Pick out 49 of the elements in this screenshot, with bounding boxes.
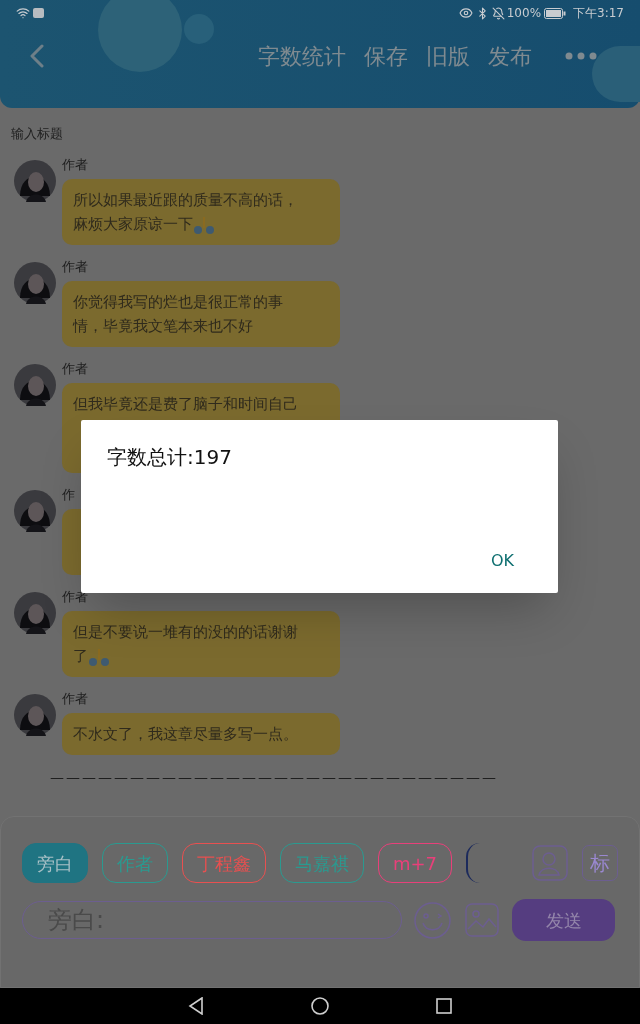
bell-off-icon bbox=[491, 6, 505, 20]
send-button[interactable]: 发送 bbox=[512, 899, 615, 941]
message-text: 你觉得我写的烂也是很正常的事 bbox=[73, 292, 284, 313]
header-action[interactable]: 旧版 bbox=[426, 39, 470, 73]
author-name: 作者 bbox=[62, 360, 89, 378]
message-text: 但我毕竟还是费了脑子和时间自己 bbox=[73, 394, 299, 415]
avatar bbox=[14, 160, 56, 202]
message-text: 但是不要说一堆有的没的的话谢谢 bbox=[73, 622, 299, 643]
message-text: 不水文了，我这章尽量多写一点。 bbox=[73, 724, 299, 745]
author-name: 作者 bbox=[62, 690, 89, 708]
speaker-chip[interactable]: 马嘉祺 bbox=[280, 843, 364, 883]
author-name: 作者 bbox=[62, 156, 89, 174]
header-action[interactable]: 发布 bbox=[488, 39, 532, 73]
header-action[interactable]: 保存 bbox=[364, 39, 408, 73]
speaker-chip[interactable]: m+7 bbox=[378, 843, 453, 883]
app-notification-icon bbox=[33, 8, 44, 18]
praying-hands-icon bbox=[193, 215, 215, 234]
avatar bbox=[14, 364, 56, 406]
avatar bbox=[14, 490, 56, 532]
author-name: 作者 bbox=[62, 258, 89, 276]
message-text: 所以如果最近跟的质量不高的话， bbox=[73, 190, 299, 211]
message-text: 情，毕竟我文笔本来也不好 bbox=[73, 316, 254, 337]
more-icon[interactable] bbox=[565, 52, 597, 60]
battery-icon bbox=[544, 7, 567, 19]
avatar bbox=[14, 694, 56, 736]
dash-line: ———————————————————————————— bbox=[50, 770, 499, 784]
speaker-chip[interactable]: 丁程鑫 bbox=[182, 843, 266, 883]
tag-button[interactable]: 标 bbox=[582, 845, 618, 881]
speaker-chip[interactable]: 旁白 bbox=[22, 843, 88, 883]
recents-nav-icon[interactable] bbox=[435, 998, 452, 1014]
home-nav-icon[interactable] bbox=[311, 997, 329, 1015]
author-name: 作 bbox=[62, 486, 76, 504]
praying-hands-icon bbox=[88, 647, 110, 666]
header-action[interactable]: 字数统计 bbox=[258, 39, 346, 73]
title-field[interactable]: 输入标题 bbox=[11, 122, 629, 144]
dialog-message: 字数总计:197 bbox=[107, 444, 233, 471]
battery-percent: 100% bbox=[506, 5, 542, 22]
back-nav-icon[interactable] bbox=[188, 997, 205, 1015]
back-icon[interactable] bbox=[30, 44, 44, 68]
avatar bbox=[14, 262, 56, 304]
message-text: 麻烦大家原谅一下 bbox=[73, 212, 329, 236]
wifi-icon bbox=[16, 6, 30, 20]
circle-decoration bbox=[592, 46, 640, 102]
ok-button[interactable]: OK bbox=[482, 547, 522, 575]
speaker-chip[interactable]: 作者 bbox=[102, 843, 168, 883]
clock: 下午3:17 bbox=[573, 5, 624, 22]
message-text: 了 bbox=[73, 644, 329, 668]
eye-icon bbox=[458, 6, 473, 20]
avatar bbox=[14, 592, 56, 634]
